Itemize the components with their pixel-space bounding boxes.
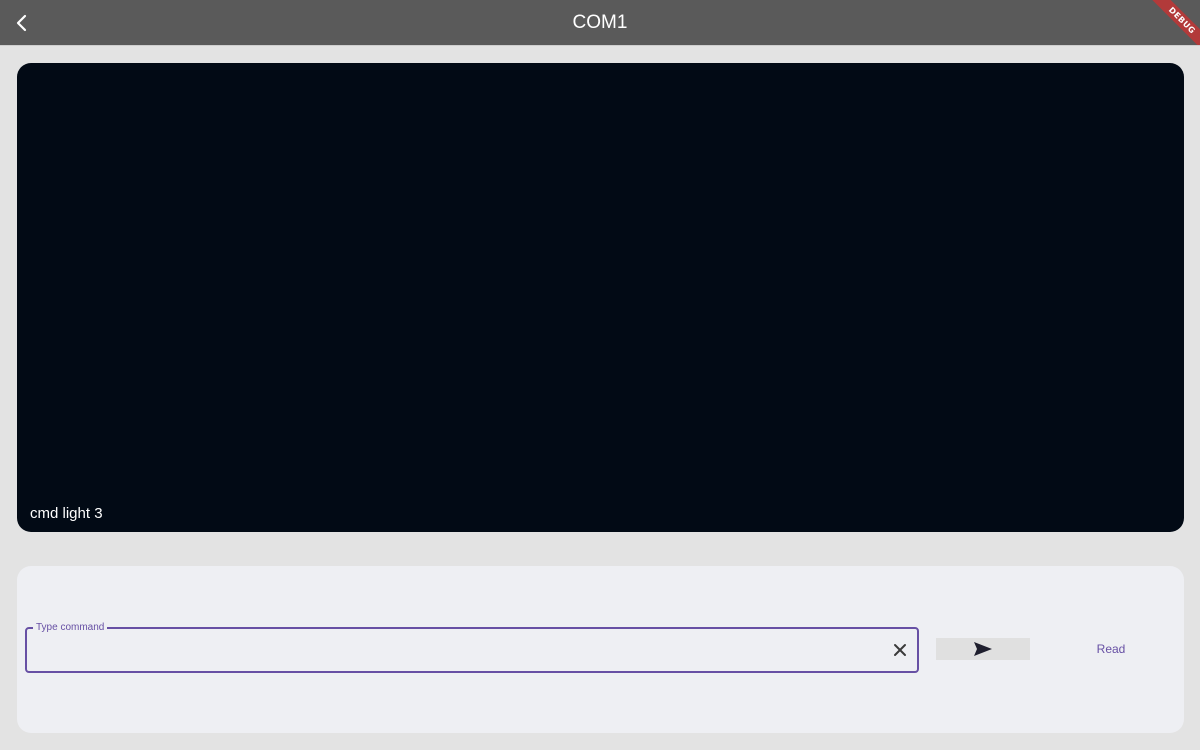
send-button[interactable] bbox=[936, 638, 1030, 660]
app-bar: COM1 DEBUG bbox=[0, 0, 1200, 46]
terminal-line: cmd light 3 bbox=[30, 505, 103, 522]
command-panel: Type command Read bbox=[17, 566, 1184, 733]
terminal-output: cmd light 3 bbox=[17, 63, 1184, 532]
command-field-label: Type command bbox=[33, 621, 108, 635]
read-button[interactable]: Read bbox=[1077, 638, 1145, 660]
clear-button[interactable] bbox=[889, 639, 911, 661]
command-field[interactable]: Type command bbox=[25, 621, 919, 673]
command-input[interactable] bbox=[37, 639, 881, 663]
send-icon bbox=[974, 642, 992, 656]
page-title: COM1 bbox=[572, 12, 628, 33]
close-icon bbox=[894, 644, 906, 656]
